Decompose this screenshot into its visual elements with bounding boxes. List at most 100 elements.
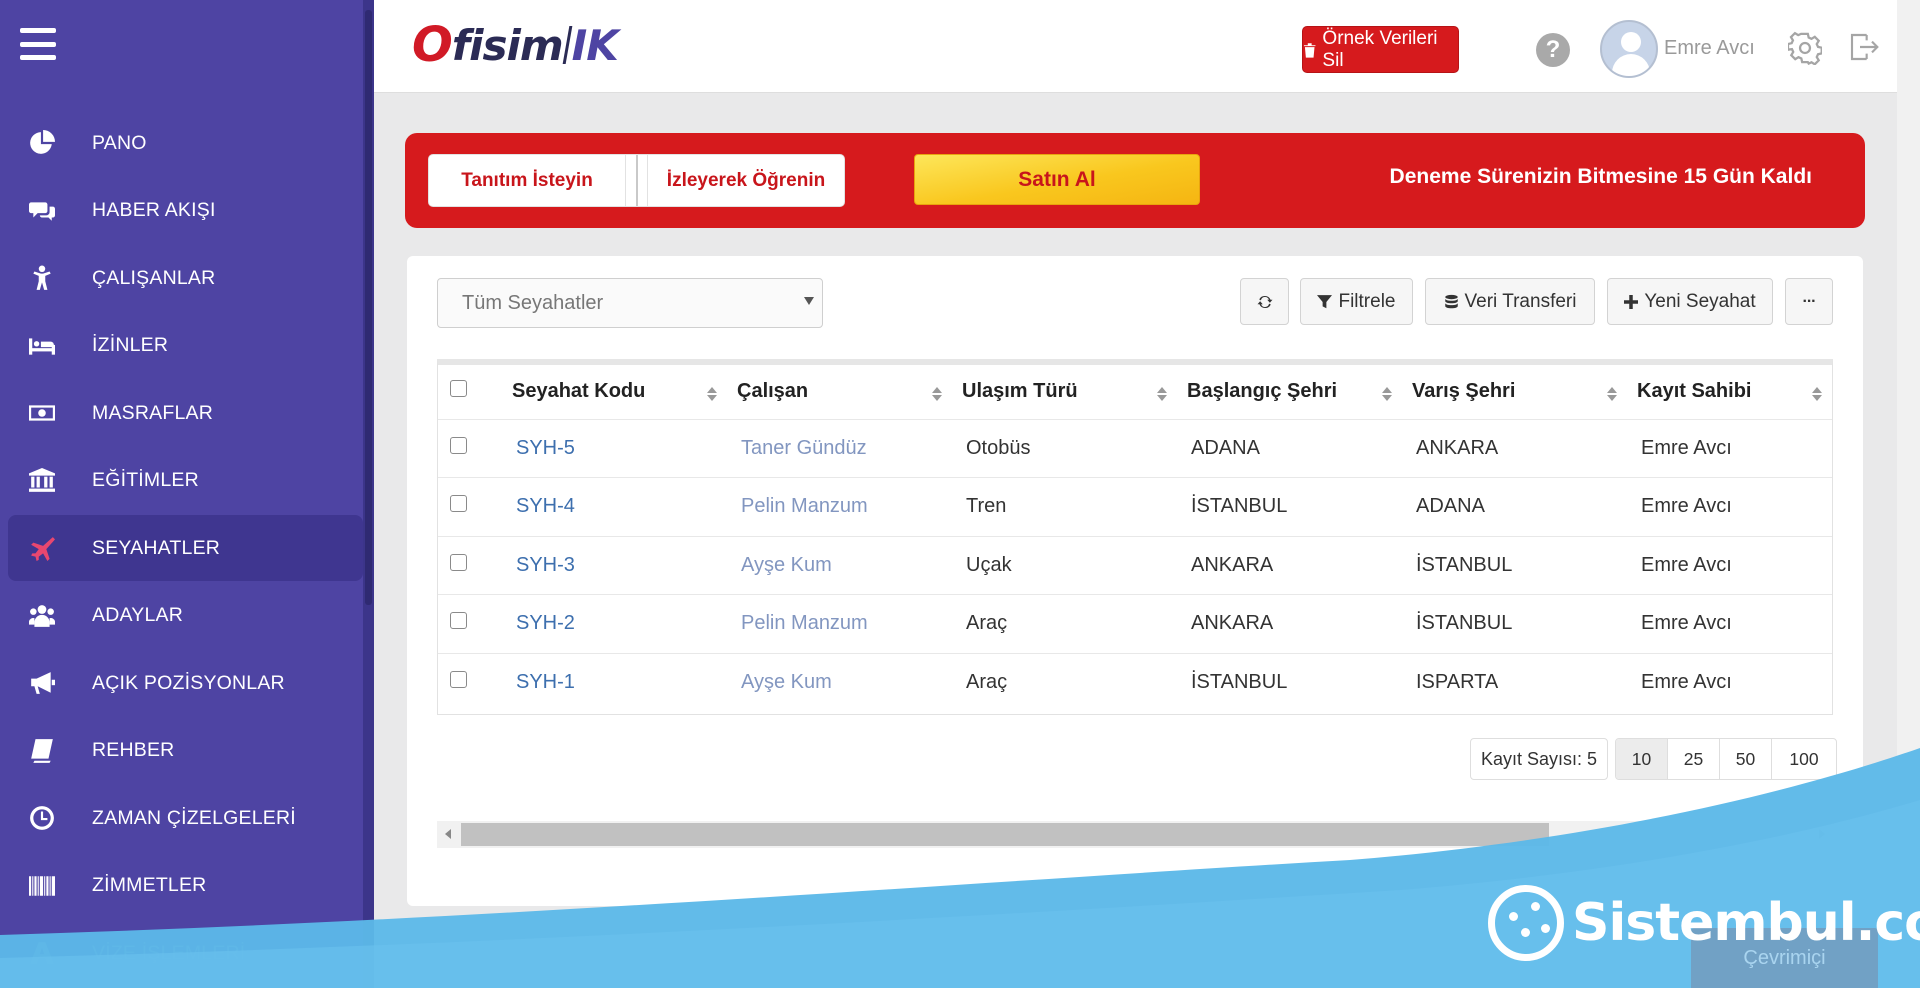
table-row[interactable]: SYH-1 Ayşe Kum Araç İSTANBUL ISPARTA Emr… [438,652,1832,712]
gear-icon[interactable] [1788,31,1822,65]
travel-code-link[interactable]: SYH-4 [504,477,729,536]
filter-button[interactable]: Filtrele [1300,278,1413,325]
travels-table: Seyahat Kodu Çalışan Ulaşım Türü Başlang… [437,359,1833,715]
travel-code-link[interactable]: SYH-1 [504,652,729,712]
destination-city-cell: İSTANBUL [1404,535,1629,595]
employee-link[interactable]: Taner Gündüz [729,418,954,478]
employee-link[interactable]: Ayşe Kum [729,652,954,712]
trial-remaining-text: Deneme Sürenizin Bitmesine 15 Gün Kaldı [1389,165,1812,188]
scrollbar-thumb[interactable] [461,823,1549,846]
sidebar-scrollbar-thumb[interactable] [365,10,372,605]
request-demo-button[interactable]: Tanıtım İsteyin [428,154,626,207]
sort-icon[interactable] [1812,387,1822,401]
column-header-destination[interactable]: Varış Şehri [1404,365,1629,419]
chat-bubbles-icon [22,196,62,226]
delete-demo-data-label: Örnek Verileri Sil [1322,27,1438,71]
table-row[interactable]: SYH-5 Taner Gündüz Otobüs ADANA ANKARA E… [438,418,1832,478]
data-transfer-button[interactable]: Veri Transferi [1425,278,1595,325]
table-row[interactable]: SYH-4 Pelin Manzum Tren İSTANBUL ADANA E… [438,477,1832,536]
row-select-cell [438,418,504,478]
row-select-cell [438,477,504,536]
filter-label: Filtrele [1338,290,1396,312]
table-row[interactable]: SYH-3 Ayşe Kum Uçak ANKARA İSTANBUL Emre… [438,535,1832,595]
sidebar-item-label: SEYAHATLER [92,536,221,559]
logo-text: fisim [451,20,564,70]
page-vertical-scrollbar[interactable] [1897,0,1920,988]
bank-icon [22,466,62,496]
data-transfer-label: Veri Transferi [1464,290,1577,312]
travel-code-link[interactable]: SYH-5 [504,418,729,478]
delete-demo-data-button[interactable]: Örnek Verileri Sil [1302,26,1459,73]
sidebar-item-label: ÇALIŞANLAR [92,266,216,289]
watch-learn-button[interactable]: İzleyerek Öğrenin [647,154,845,207]
destination-city-cell: ADANA [1404,477,1629,536]
avatar[interactable] [1600,20,1658,78]
travel-code-link[interactable]: SYH-3 [504,535,729,595]
page-size-25[interactable]: 25 [1668,739,1720,779]
sidebar-item-seyahatler[interactable]: SEYAHATLER [8,515,363,581]
sort-icon[interactable] [1382,387,1392,401]
column-header-owner[interactable]: Kayıt Sahibi [1629,365,1832,419]
refresh-button[interactable] [1240,278,1289,325]
select-all-cell [438,365,504,419]
transport-type-cell: Araç [954,594,1179,653]
sidebar-item-rehber[interactable]: REHBER [8,718,363,784]
row-checkbox[interactable] [450,436,467,454]
sidebar-item-vize-islemleri[interactable]: VİZE İŞLEMLERİ [8,920,363,986]
employee-link[interactable]: Ayşe Kum [729,535,954,595]
owner-cell: Emre Avcı [1629,594,1832,653]
employee-link[interactable]: Pelin Manzum [729,477,954,536]
plane-icon [22,533,62,563]
sidebar-item-egitimler[interactable]: EĞİTİMLER [8,448,363,514]
travel-filter-select[interactable]: Tüm Seyahatler [437,278,823,328]
sidebar-item-masraflar[interactable]: MASRAFLAR [8,380,363,446]
row-checkbox[interactable] [450,553,467,571]
watermark-logo: Sistembul.com [1488,885,1920,961]
sidebar-item-zaman-cizelgeleri[interactable]: ZAMAN ÇİZELGELERİ [8,785,363,851]
employee-link[interactable]: Pelin Manzum [729,594,954,653]
hamburger-menu-icon[interactable] [20,28,56,60]
page-size-100[interactable]: 100 [1772,739,1836,779]
sort-icon[interactable] [932,387,942,401]
travel-filter-value: Tüm Seyahatler [462,291,604,314]
transport-type-cell: Otobüs [954,418,1179,478]
transport-type-cell: Tren [954,477,1179,536]
table-row[interactable]: SYH-2 Pelin Manzum Araç ANKARA İSTANBUL … [438,594,1832,653]
help-icon[interactable]: ? [1536,33,1570,67]
sidebar-item-label: REHBER [92,739,175,761]
origin-city-cell: ANKARA [1179,594,1404,653]
column-header-transport[interactable]: Ulaşım Türü [954,365,1179,419]
sort-icon[interactable] [707,387,717,401]
column-header-code[interactable]: Seyahat Kodu [504,365,729,419]
buy-button[interactable]: Satın Al [914,154,1200,205]
sidebar-item-izinler[interactable]: İZİNLER [8,313,363,379]
sidebar-item-zimmetler[interactable]: ZİMMETLER [8,853,363,919]
select-all-checkbox[interactable] [450,380,467,398]
row-checkbox[interactable] [450,612,467,630]
sidebar-item-haber-akisi[interactable]: HABER AKIŞI [8,178,363,244]
travel-code-link[interactable]: SYH-2 [504,594,729,653]
scroll-left-arrow-icon[interactable] [445,829,451,839]
owner-cell: Emre Avcı [1629,418,1832,478]
column-header-employee[interactable]: Çalışan [729,365,954,419]
column-header-origin[interactable]: Başlangıç Şehri [1179,365,1404,419]
new-travel-button[interactable]: Yeni Seyahat [1607,278,1773,325]
page-size-10[interactable]: 10 [1616,739,1668,779]
scroll-right-arrow-icon[interactable] [1819,829,1825,839]
sidebar-item-acik-pozisyonlar[interactable]: AÇIK POZİSYONLAR [8,650,363,716]
destination-city-cell: ANKARA [1404,418,1629,478]
sidebar-item-adaylar[interactable]: ADAYLAR [8,583,363,649]
page-size-50[interactable]: 50 [1720,739,1772,779]
app-logo[interactable]: O fisim IK [412,14,619,76]
sidebar-item-calisanlar[interactable]: ÇALIŞANLAR [8,245,363,311]
sort-icon[interactable] [1607,387,1617,401]
logout-icon[interactable] [1848,31,1880,63]
row-checkbox[interactable] [450,671,467,688]
sidebar-item-pano[interactable]: PANO [8,110,363,176]
user-name[interactable]: Emre Avcı [1664,37,1755,60]
table-horizontal-scrollbar[interactable] [437,821,1833,848]
row-checkbox[interactable] [450,495,467,513]
sort-icon[interactable] [1157,387,1167,401]
users-icon [22,601,62,631]
more-options-button[interactable]: ··· [1785,278,1833,325]
